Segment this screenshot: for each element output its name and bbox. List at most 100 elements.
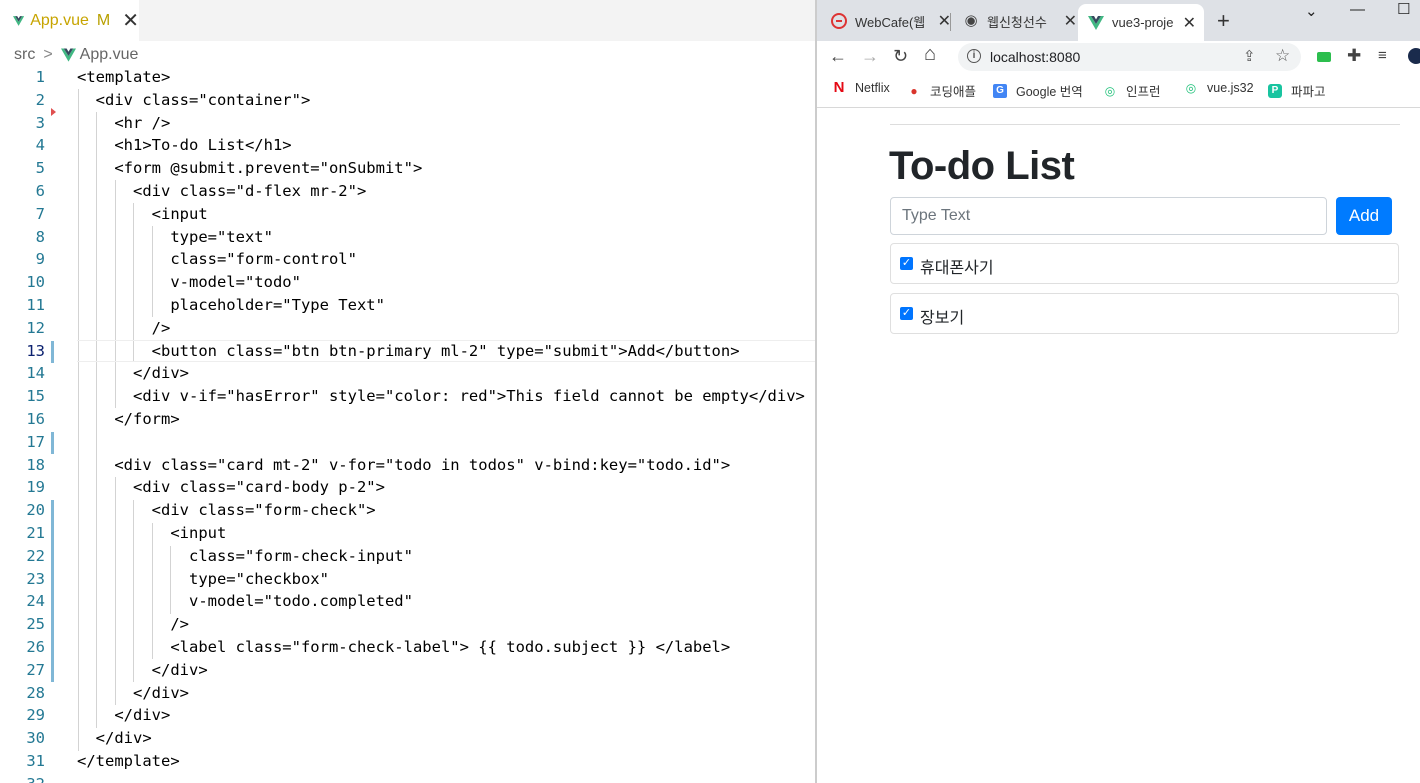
- minimize-button[interactable]: —: [1350, 1, 1365, 18]
- todo-label[interactable]: 장보기: [920, 304, 964, 328]
- code-line[interactable]: 18 <div class="card mt-2" v-for="todo in…: [0, 454, 815, 477]
- code-line[interactable]: 22 class="form-check-input": [0, 545, 815, 568]
- line-text[interactable]: </div>: [77, 682, 189, 705]
- code-line[interactable]: 7 <input: [0, 203, 815, 226]
- line-text[interactable]: <div v-if="hasError" style="color: red">…: [77, 385, 805, 408]
- line-text[interactable]: <form @submit.prevent="onSubmit">: [77, 157, 422, 180]
- line-text[interactable]: </div>: [77, 704, 170, 727]
- code-line[interactable]: 9 class="form-control": [0, 248, 815, 271]
- todo-input[interactable]: [890, 197, 1327, 235]
- code-line[interactable]: 30 </div>: [0, 727, 815, 750]
- code-area[interactable]: 1 <template> 2 <div class="container"> 3 <h…: [0, 66, 815, 783]
- add-button[interactable]: Add: [1336, 197, 1392, 235]
- address-bar[interactable]: i localhost:8080 ⇪ ☆: [958, 43, 1301, 71]
- code-editor[interactable]: App.vue M ✕ src > App.vue 1 <template> 2 <…: [0, 0, 815, 783]
- line-text[interactable]: <div class="form-check">: [77, 499, 376, 522]
- line-text[interactable]: <hr />: [77, 112, 170, 135]
- line-text[interactable]: <div class="d-flex mr-2">: [77, 180, 366, 203]
- todo-label[interactable]: 휴대폰사기: [920, 254, 994, 278]
- line-text[interactable]: <button class="btn btn-primary ml-2" typ…: [77, 340, 740, 363]
- code-line[interactable]: 21 <input: [0, 522, 815, 545]
- code-line[interactable]: 3 <hr />: [0, 112, 815, 135]
- code-line[interactable]: 25 />: [0, 613, 815, 636]
- line-text[interactable]: />: [77, 317, 171, 340]
- code-line[interactable]: 4 <h1>To-do List</h1>: [0, 134, 815, 157]
- code-line[interactable]: 17: [0, 431, 815, 454]
- line-text[interactable]: </template>: [77, 750, 180, 773]
- line-text[interactable]: <input: [77, 522, 226, 545]
- code-line[interactable]: 11 placeholder="Type Text": [0, 294, 815, 317]
- code-line[interactable]: 13 <button class="btn btn-primary ml-2" …: [0, 339, 815, 363]
- code-line[interactable]: 12 />: [0, 317, 815, 340]
- back-button[interactable]: ←: [829, 46, 847, 67]
- code-line[interactable]: 27 </div>: [0, 659, 815, 682]
- bookmark-codingapple[interactable]: ● 코딩애플: [907, 81, 976, 100]
- line-text[interactable]: type="text": [77, 226, 273, 249]
- line-text[interactable]: placeholder="Type Text": [77, 294, 385, 317]
- code-line[interactable]: 20 <div class="form-check">: [0, 499, 815, 522]
- line-text[interactable]: <div class="card mt-2" v-for="todo in to…: [77, 454, 730, 477]
- close-icon[interactable]: ✕: [938, 11, 951, 31]
- browser-tab-vue3-project[interactable]: vue3-proje ✕: [1078, 4, 1204, 41]
- bookmark-papago[interactable]: P 파파고: [1268, 81, 1326, 100]
- code-line[interactable]: 1 <template>: [0, 66, 815, 89]
- breadcrumb-file[interactable]: App.vue: [80, 46, 139, 64]
- line-text[interactable]: class="form-control": [77, 248, 357, 271]
- line-text[interactable]: <input: [77, 203, 208, 226]
- line-text[interactable]: <h1>To-do List</h1>: [77, 134, 291, 157]
- code-line[interactable]: 16 </form>: [0, 408, 815, 431]
- close-icon[interactable]: ✕: [1064, 11, 1077, 31]
- bookmark-vuejs32[interactable]: ◎ vue.js32: [1184, 81, 1254, 95]
- line-text[interactable]: <div class="container">: [77, 89, 311, 112]
- code-line[interactable]: 26 <label class="form-check-label"> {{ t…: [0, 636, 815, 659]
- code-line[interactable]: 2 <div class="container">: [0, 89, 815, 112]
- code-line[interactable]: 6 <div class="d-flex mr-2">: [0, 180, 815, 203]
- media-queue-icon[interactable]: ≡: [1378, 47, 1387, 64]
- line-text[interactable]: </div>: [77, 362, 189, 385]
- share-icon[interactable]: ⇪: [1243, 47, 1256, 65]
- bookmark-google-translate[interactable]: G Google 번역: [993, 81, 1083, 100]
- home-button[interactable]: ⌂: [924, 43, 936, 66]
- editor-tab-app-vue[interactable]: App.vue M ✕: [0, 0, 139, 41]
- address-url[interactable]: localhost:8080: [990, 49, 1080, 65]
- bookmark-netflix[interactable]: N Netflix: [832, 80, 890, 95]
- reload-button[interactable]: ↻: [893, 46, 908, 67]
- line-text[interactable]: </div>: [77, 727, 152, 750]
- forward-button[interactable]: →: [861, 46, 879, 67]
- code-line[interactable]: 19 <div class="card-body p-2">: [0, 476, 815, 499]
- site-info-icon[interactable]: i: [967, 49, 981, 63]
- maximize-button[interactable]: ☐: [1397, 0, 1410, 18]
- line-text[interactable]: type="checkbox": [77, 568, 329, 591]
- browser-tab-webcafe[interactable]: WebCafe(웹 ✕: [831, 6, 951, 36]
- code-line[interactable]: 5 <form @submit.prevent="onSubmit">: [0, 157, 815, 180]
- code-line[interactable]: 24 v-model="todo.completed": [0, 590, 815, 613]
- new-tab-button[interactable]: +: [1217, 8, 1230, 34]
- line-text[interactable]: />: [77, 613, 189, 636]
- bookmark-star-icon[interactable]: ☆: [1275, 46, 1290, 66]
- code-line[interactable]: 31 </template>: [0, 750, 815, 773]
- avatar[interactable]: [1408, 48, 1420, 64]
- extension-icon[interactable]: [1317, 52, 1331, 62]
- line-text[interactable]: v-model="todo.completed": [77, 590, 413, 613]
- code-line[interactable]: 29 </div>: [0, 704, 815, 727]
- bookmark-inflearn[interactable]: ◎ 인프런: [1103, 81, 1161, 100]
- code-line[interactable]: 32: [0, 773, 815, 783]
- code-line[interactable]: 14 </div>: [0, 362, 815, 385]
- line-text[interactable]: </div>: [77, 659, 208, 682]
- code-line[interactable]: 8 type="text": [0, 226, 815, 249]
- chevron-down-icon[interactable]: ⌄: [1305, 2, 1318, 20]
- close-icon[interactable]: ✕: [122, 11, 139, 31]
- puzzle-icon[interactable]: ✚: [1347, 46, 1361, 66]
- todo-checkbox[interactable]: ✓: [900, 307, 913, 320]
- todo-checkbox[interactable]: ✓: [900, 257, 913, 270]
- line-text[interactable]: <template>: [77, 66, 170, 89]
- line-text[interactable]: <div class="card-body p-2">: [77, 476, 385, 499]
- browser-tab-globe[interactable]: ◉ 웹신청선수 ✕: [963, 6, 1077, 36]
- line-text[interactable]: <label class="form-check-label"> {{ todo…: [77, 636, 730, 659]
- breadcrumb-folder[interactable]: src: [14, 46, 35, 64]
- line-text[interactable]: </form>: [77, 408, 179, 431]
- line-text[interactable]: v-model="todo": [77, 271, 301, 294]
- close-icon[interactable]: ✕: [1183, 13, 1196, 33]
- code-line[interactable]: 15 <div v-if="hasError" style="color: re…: [0, 385, 815, 408]
- line-text[interactable]: class="form-check-input": [77, 545, 413, 568]
